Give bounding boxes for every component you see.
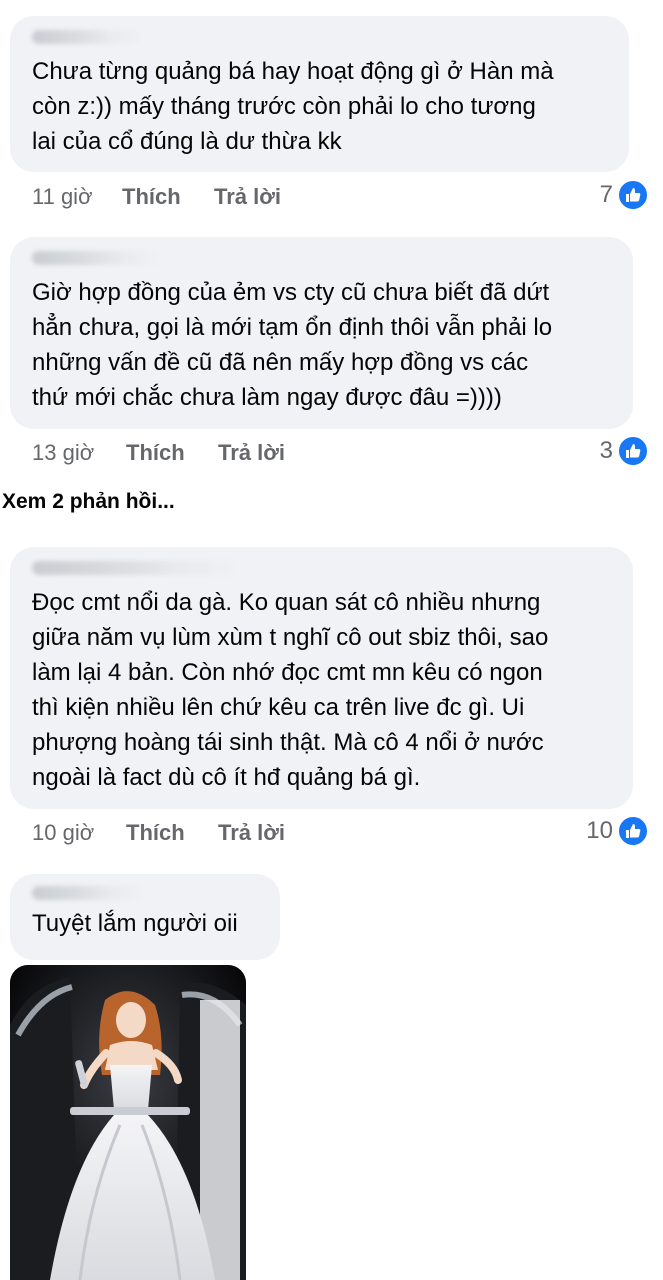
like-button[interactable]: Thích bbox=[122, 184, 214, 210]
comment-time[interactable]: 13 giờ bbox=[32, 440, 126, 466]
comment-meta: 11 giờ Thích Trả lời bbox=[32, 182, 281, 212]
comment-text: Giờ hợp đồng của ẻm vs cty cũ chưa biết … bbox=[32, 279, 553, 411]
comment-meta: 13 giờ Thích Trả lời bbox=[32, 438, 285, 468]
reaction-count[interactable]: 3 bbox=[599, 435, 649, 467]
comment-bubble: Đọc cmt nổi da gà. Ko quan sát cô nhiều … bbox=[10, 547, 633, 809]
comment-bubble: Chưa từng quảng bá hay hoạt động gì ở Hà… bbox=[10, 16, 629, 172]
photo-illustration bbox=[10, 965, 246, 1280]
comment-time[interactable]: 11 giờ bbox=[32, 184, 122, 210]
reaction-number: 10 bbox=[586, 817, 613, 844]
comment-text: Chưa từng quảng bá hay hoạt động gì ở Hà… bbox=[32, 58, 554, 155]
like-thumb-icon bbox=[617, 435, 649, 467]
reaction-count[interactable]: 7 bbox=[599, 179, 649, 211]
comment-bubble: Giờ hợp đồng của ẻm vs cty cũ chưa biết … bbox=[10, 237, 633, 429]
reaction-number: 7 bbox=[599, 181, 613, 208]
comment-photo[interactable] bbox=[10, 965, 246, 1280]
comment-text: Tuyệt lắm người oii bbox=[32, 910, 238, 937]
author-name-blurred[interactable] bbox=[32, 30, 142, 44]
comment-time[interactable]: 10 giờ bbox=[32, 820, 126, 846]
reaction-count[interactable]: 10 bbox=[586, 815, 649, 847]
reply-button[interactable]: Trả lời bbox=[218, 440, 285, 466]
reaction-number: 3 bbox=[599, 437, 613, 464]
reply-button[interactable]: Trả lời bbox=[218, 820, 285, 846]
like-button[interactable]: Thích bbox=[126, 440, 218, 466]
reply-button[interactable]: Trả lời bbox=[214, 184, 281, 210]
author-name-blurred[interactable] bbox=[32, 561, 242, 575]
comment-meta: 10 giờ Thích Trả lời bbox=[32, 818, 285, 848]
comment-bubble: Tuyệt lắm người oii bbox=[10, 874, 280, 960]
view-replies-link[interactable]: Xem 2 phản hồi... bbox=[2, 490, 175, 514]
like-thumb-icon bbox=[617, 179, 649, 211]
comment-text: Đọc cmt nổi da gà. Ko quan sát cô nhiều … bbox=[32, 589, 549, 791]
like-thumb-icon bbox=[617, 815, 649, 847]
author-name-blurred[interactable] bbox=[32, 251, 160, 265]
like-button[interactable]: Thích bbox=[126, 820, 218, 846]
author-name-blurred[interactable] bbox=[32, 886, 144, 900]
